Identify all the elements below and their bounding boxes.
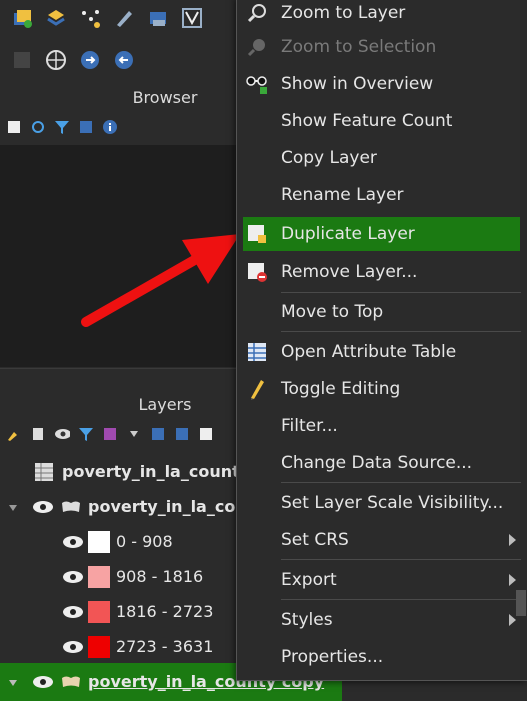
menu-change-data-source[interactable]: Change Data Source...	[237, 446, 526, 480]
zoom-layer-icon	[245, 1, 269, 25]
refresh-icon[interactable]	[30, 119, 46, 135]
menu-separator	[281, 559, 521, 560]
remove-layer-mini-icon[interactable]	[198, 426, 214, 442]
add-selected-icon[interactable]	[6, 119, 22, 135]
collapse-layers-icon[interactable]	[174, 426, 190, 442]
attribute-table-icon	[245, 340, 269, 364]
duplicate-layer-icon	[245, 222, 269, 246]
layers-filter-icon[interactable]	[78, 426, 94, 442]
add-group-icon[interactable]	[30, 426, 46, 442]
color-swatch	[88, 635, 110, 658]
new-layer-icon[interactable]	[44, 6, 68, 30]
menu-styles[interactable]: Styles	[237, 603, 526, 637]
layer-row-table[interactable]: poverty_in_la_county	[0, 454, 250, 489]
layer-name: poverty_in_la_cou	[88, 497, 247, 516]
forward-globe-icon[interactable]	[78, 48, 102, 72]
eye-icon[interactable]	[62, 640, 84, 654]
legend-label: 908 - 1816	[116, 567, 204, 586]
pencil-icon	[245, 377, 269, 401]
dropdown-arrow-icon[interactable]	[126, 426, 142, 442]
expand-arrow-icon[interactable]	[8, 497, 18, 516]
legend-item[interactable]: 0 - 908	[62, 524, 173, 559]
panel-divider[interactable]	[0, 368, 236, 381]
color-swatch	[88, 600, 110, 623]
vertex-tool-icon[interactable]	[180, 6, 204, 30]
menu-separator	[281, 599, 521, 600]
menu-open-attribute-table[interactable]: Open Attribute Table	[237, 335, 526, 369]
info-icon[interactable]	[102, 119, 118, 135]
color-swatch	[88, 530, 110, 553]
menu-export[interactable]: Export	[237, 563, 526, 597]
submenu-arrow-icon	[509, 534, 516, 546]
collapse-all-icon[interactable]	[78, 119, 94, 135]
menu-copy-layer[interactable]: Copy Layer	[237, 141, 526, 175]
secondary-toolbar	[0, 44, 136, 76]
menu-set-layer-scale-visibility[interactable]: Set Layer Scale Visibility...	[237, 486, 526, 520]
menu-separator	[281, 482, 521, 483]
add-layer-icon[interactable]	[10, 6, 34, 30]
raster-icon[interactable]	[10, 48, 34, 72]
visibility-icon[interactable]	[54, 426, 70, 442]
remove-layer-icon	[245, 260, 269, 284]
menu-move-to-top[interactable]: Move to Top	[237, 295, 526, 329]
filter-by-expression-icon[interactable]	[102, 426, 118, 442]
style-brush-icon[interactable]	[6, 426, 22, 442]
legend-label: 1816 - 2723	[116, 602, 214, 621]
layer-row-poverty[interactable]: poverty_in_la_cou	[0, 489, 247, 524]
eye-icon[interactable]	[62, 535, 84, 549]
filter-icon[interactable]	[54, 119, 70, 135]
submenu-arrow-icon	[509, 614, 516, 626]
menu-properties[interactable]: Properties...	[237, 640, 526, 674]
scrollbar[interactable]	[516, 590, 526, 616]
menu-zoom-to-layer[interactable]: Zoom to Layer	[237, 0, 526, 30]
menu-duplicate-layer[interactable]: Duplicate Layer	[243, 217, 520, 251]
layer-context-menu: Zoom to Layer Zoom to Selection Show in …	[236, 0, 527, 681]
eye-icon[interactable]	[62, 605, 84, 619]
legend-item[interactable]: 908 - 1816	[62, 559, 203, 594]
polygon-layer-icon	[60, 674, 82, 690]
globe-icon[interactable]	[44, 48, 68, 72]
menu-toggle-editing[interactable]: Toggle Editing	[237, 372, 526, 406]
legend-label: 2723 - 3631	[116, 637, 214, 656]
digitize-points-icon[interactable]	[78, 6, 102, 30]
eye-icon[interactable]	[32, 675, 54, 689]
menu-zoom-to-selection: Zoom to Selection	[237, 30, 526, 64]
color-swatch	[88, 565, 110, 588]
submenu-arrow-icon	[509, 574, 516, 586]
glasses-icon	[245, 72, 269, 96]
eye-icon[interactable]	[62, 570, 84, 584]
menu-filter[interactable]: Filter...	[237, 409, 526, 443]
back-globe-icon[interactable]	[112, 48, 136, 72]
menu-set-crs[interactable]: Set CRS	[237, 523, 526, 557]
menu-rename-layer[interactable]: Rename Layer	[237, 178, 526, 212]
expand-arrow-icon[interactable]	[8, 672, 18, 691]
layer-name: poverty_in_la_county	[62, 462, 251, 481]
menu-show-feature-count[interactable]: Show Feature Count	[237, 104, 526, 138]
table-icon	[34, 462, 54, 482]
legend-item[interactable]: 2723 - 3631	[62, 629, 213, 664]
eye-icon[interactable]	[32, 500, 54, 514]
save-edits-icon[interactable]	[146, 6, 170, 30]
menu-remove-layer[interactable]: Remove Layer...	[237, 255, 526, 289]
menu-separator	[281, 292, 521, 293]
expand-all-icon[interactable]	[150, 426, 166, 442]
menu-separator	[281, 331, 521, 332]
main-toolbar	[0, 2, 204, 34]
edit-pencil-icon[interactable]	[112, 6, 136, 30]
legend-label: 0 - 908	[116, 532, 173, 551]
layers-toolbar	[0, 423, 214, 445]
browser-toolbar	[0, 116, 118, 138]
polygon-layer-icon	[60, 499, 82, 515]
legend-item[interactable]: 1816 - 2723	[62, 594, 213, 629]
menu-show-in-overview[interactable]: Show in Overview	[237, 67, 526, 101]
zoom-selection-icon	[245, 35, 269, 59]
annotation-arrow-icon	[81, 234, 240, 327]
